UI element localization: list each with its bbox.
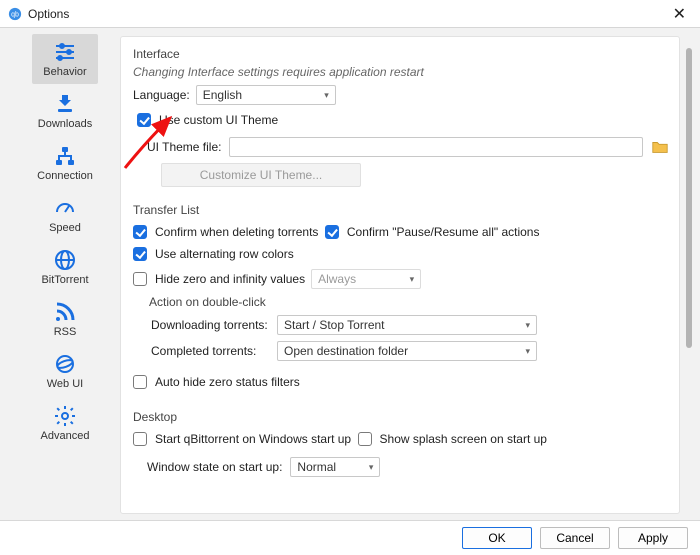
downloading-action-select[interactable]: Start / Stop Torrent ▾ [277, 315, 537, 335]
settings-scroll-area: Interface Changing Interface settings re… [120, 36, 680, 514]
checkbox-label: Auto hide zero status filters [155, 375, 300, 389]
downloading-action-value: Start / Stop Torrent [284, 318, 385, 332]
sidebar-item-downloads[interactable]: Downloads [32, 86, 98, 136]
app-icon: qb [8, 7, 22, 21]
section-title: Desktop [133, 410, 669, 424]
download-icon [50, 92, 80, 116]
chevron-down-icon: ▾ [369, 462, 374, 473]
chevron-down-icon: ▾ [525, 320, 530, 331]
win-state-select[interactable]: Normal ▾ [290, 457, 380, 477]
theme-file-input[interactable] [229, 137, 643, 157]
section-interface: Interface Changing Interface settings re… [131, 47, 669, 187]
language-value: English [203, 88, 242, 102]
hide-zero-checkbox[interactable]: Hide zero and infinity values [133, 272, 305, 286]
sidebar-item-label: Behavior [43, 66, 86, 78]
language-select[interactable]: English ▾ [196, 85, 336, 105]
sidebar-item-label: Advanced [41, 430, 90, 442]
checkbox-label: Use custom UI Theme [159, 113, 278, 127]
checkbox-label: Start qBittorrent on Windows start up [155, 432, 351, 446]
section-desktop: Desktop Start qBittorrent on Windows sta… [131, 410, 669, 477]
chevron-down-icon: ▾ [525, 346, 530, 357]
completed-action-select[interactable]: Open destination folder ▾ [277, 341, 537, 361]
confirm-pause-checkbox[interactable]: Confirm "Pause/Resume all" actions [325, 225, 540, 239]
auto-hide-checkbox[interactable]: Auto hide zero status filters [133, 375, 300, 389]
titlebar: qb Options ✕ [0, 0, 700, 28]
gauge-icon [50, 196, 80, 220]
language-label: Language: [133, 88, 190, 102]
sidebar-item-label: Speed [49, 222, 81, 234]
double-click-title: Action on double-click [149, 295, 669, 309]
section-title: Interface [133, 47, 669, 61]
sidebar-item-rss[interactable]: RSS [32, 294, 98, 344]
section-note: Changing Interface settings requires app… [133, 65, 669, 79]
win-state-label: Window state on start up: [147, 460, 282, 474]
downloading-label: Downloading torrents: [151, 318, 269, 332]
section-transfer: Transfer List Confirm when deleting torr… [131, 203, 669, 394]
checkbox-icon [358, 432, 372, 446]
sidebar-item-label: Connection [37, 170, 93, 182]
window-title: Options [28, 7, 667, 21]
checkbox-icon [133, 247, 147, 261]
checkbox-icon [325, 225, 339, 239]
checkbox-icon [133, 272, 147, 286]
confirm-delete-checkbox[interactable]: Confirm when deleting torrents [133, 225, 318, 239]
completed-label: Completed torrents: [151, 344, 269, 358]
sidebar-item-advanced[interactable]: Advanced [32, 398, 98, 448]
completed-action-value: Open destination folder [284, 344, 408, 358]
checkbox-label: Hide zero and infinity values [155, 272, 305, 286]
gear-icon [50, 404, 80, 428]
folder-icon[interactable] [651, 138, 669, 156]
sidebar-item-connection[interactable]: Connection [32, 138, 98, 188]
checkbox-label: Use alternating row colors [155, 247, 294, 261]
sidebar-item-label: Web UI [47, 378, 83, 390]
use-custom-theme-checkbox[interactable]: Use custom UI Theme [137, 113, 278, 127]
customize-theme-button[interactable]: Customize UI Theme... [161, 163, 361, 187]
checkbox-icon [133, 432, 147, 446]
main-panel: Interface Changing Interface settings re… [110, 28, 700, 520]
splash-checkbox[interactable]: Show splash screen on start up [358, 432, 547, 446]
sidebar-item-label: RSS [54, 326, 77, 338]
cancel-button[interactable]: Cancel [540, 527, 610, 549]
sidebar-item-bittorrent[interactable]: BitTorrent [32, 242, 98, 292]
sidebar-item-webui[interactable]: Web UI [32, 346, 98, 396]
sidebar: Behavior Downloads Connection Speed BitT… [0, 28, 110, 520]
globe-icon [50, 248, 80, 272]
theme-file-label: UI Theme file: [147, 140, 221, 154]
checkbox-label: Show splash screen on start up [380, 432, 547, 446]
checkbox-icon [133, 225, 147, 239]
sliders-icon [50, 40, 80, 64]
sidebar-item-behavior[interactable]: Behavior [32, 34, 98, 84]
close-icon[interactable]: ✕ [667, 2, 692, 26]
sidebar-item-label: BitTorrent [41, 274, 88, 286]
checkbox-icon [133, 375, 147, 389]
scrollbar[interactable] [686, 48, 692, 348]
globe-ring-icon [50, 352, 80, 376]
chevron-down-icon: ▾ [410, 274, 415, 285]
win-state-value: Normal [297, 460, 336, 474]
checkbox-icon [137, 113, 151, 127]
chevron-down-icon: ▾ [324, 90, 329, 101]
start-on-boot-checkbox[interactable]: Start qBittorrent on Windows start up [133, 432, 351, 446]
rss-icon [50, 300, 80, 324]
alt-rows-checkbox[interactable]: Use alternating row colors [133, 247, 294, 261]
dialog-footer: OK Cancel Apply [0, 520, 700, 555]
sidebar-item-speed[interactable]: Speed [32, 190, 98, 240]
sidebar-item-label: Downloads [38, 118, 92, 130]
checkbox-label: Confirm "Pause/Resume all" actions [347, 225, 540, 239]
hide-zero-mode-value: Always [318, 272, 356, 286]
network-icon [50, 144, 80, 168]
ok-button[interactable]: OK [462, 527, 532, 549]
checkbox-label: Confirm when deleting torrents [155, 225, 318, 239]
apply-button[interactable]: Apply [618, 527, 688, 549]
section-title: Transfer List [133, 203, 669, 217]
svg-text:qb: qb [11, 11, 19, 18]
hide-zero-mode-select[interactable]: Always ▾ [311, 269, 421, 289]
